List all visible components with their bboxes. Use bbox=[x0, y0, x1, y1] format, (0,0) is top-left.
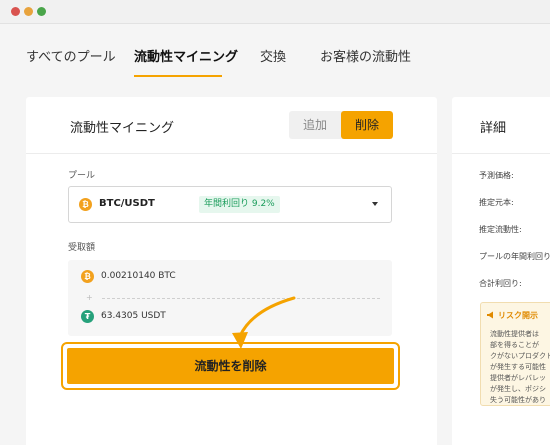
megaphone-icon bbox=[487, 311, 495, 319]
active-tab-indicator bbox=[134, 75, 222, 77]
details-divider bbox=[452, 153, 550, 154]
risk-line: が発生する可能性 bbox=[490, 363, 546, 371]
risk-line: 部を得ることが bbox=[490, 341, 539, 349]
add-tab-button[interactable]: 追加 bbox=[289, 111, 341, 139]
detail-estimated-liquidity: 推定流動性: bbox=[479, 225, 522, 234]
risk-line: が発生し、ポジシ bbox=[490, 385, 546, 393]
chevron-down-icon bbox=[372, 202, 378, 206]
remove-liquidity-button[interactable]: 流動性を削除 bbox=[67, 348, 394, 384]
window-titlebar bbox=[0, 0, 550, 24]
tether-icon: ₮ bbox=[81, 310, 94, 323]
plus-icon: + bbox=[86, 293, 93, 302]
receive-label: 受取額 bbox=[68, 243, 96, 253]
receive-amounts: ₿ 0.00210140 BTC + ₮ 63.4305 USDT bbox=[68, 260, 392, 336]
risk-line: 提供者がレバレッ bbox=[490, 374, 546, 382]
risk-disclosure: リスク開示 流動性提供者は 部を得ることが クがないプロダクト が発生する可能性… bbox=[480, 302, 550, 406]
pool-label: プール bbox=[68, 171, 96, 181]
detail-total-yield: 合計利回り: bbox=[479, 279, 522, 288]
risk-title-text: リスク開示 bbox=[498, 311, 538, 320]
app-window: すべてのプール 流動性マイニング 交換 お客様の流動性 流動性マイニング 追加 … bbox=[0, 0, 550, 445]
tab-all-pools[interactable]: すべてのプール bbox=[26, 46, 116, 65]
dashed-separator bbox=[102, 298, 380, 299]
details-panel: 詳細 予測価格: 推定元本: 推定流動性: プールの年間利回り 合計利回り: リ… bbox=[452, 97, 550, 445]
apr-badge: 年間利回り 9.2% bbox=[199, 196, 280, 213]
receive-amount-btc: 0.00210140 BTC bbox=[101, 271, 176, 281]
top-nav: すべてのプール 流動性マイニング 交換 お客様の流動性 bbox=[0, 24, 550, 84]
risk-text: 流動性提供者は 部を得ることが クがないプロダクト が発生する可能性 提供者がレ… bbox=[490, 329, 550, 405]
close-window-button[interactable] bbox=[11, 7, 20, 16]
minimize-window-button[interactable] bbox=[24, 7, 33, 16]
remove-tab-button[interactable]: 削除 bbox=[341, 111, 393, 139]
detail-pool-apr: プールの年間利回り bbox=[479, 252, 550, 261]
receive-amount-usdt: 63.4305 USDT bbox=[101, 311, 166, 321]
risk-title: リスク開示 bbox=[487, 310, 538, 321]
tab-swap[interactable]: 交換 bbox=[260, 46, 286, 65]
panel-divider bbox=[26, 153, 437, 154]
maximize-window-button[interactable] bbox=[37, 7, 46, 16]
bitcoin-icon: ₿ bbox=[79, 198, 92, 211]
tab-your-liquidity[interactable]: お客様の流動性 bbox=[320, 46, 411, 65]
liquidity-mining-panel: 流動性マイニング 追加 削除 プール ₿ BTC/USDT 年間利回り 9.2%… bbox=[26, 97, 437, 445]
tab-liquidity-mining[interactable]: 流動性マイニング bbox=[134, 46, 238, 65]
detail-estimated-principal: 推定元本: bbox=[479, 198, 514, 207]
risk-line: クがないプロダクト bbox=[490, 352, 550, 360]
pool-select[interactable]: ₿ BTC/USDT 年間利回り 9.2% bbox=[68, 186, 392, 223]
pool-name: BTC/USDT bbox=[99, 198, 155, 209]
detail-expected-price: 予測価格: bbox=[479, 171, 514, 180]
panel-title: 流動性マイニング bbox=[70, 121, 175, 136]
bitcoin-icon: ₿ bbox=[81, 270, 94, 283]
risk-line: 流動性提供者は bbox=[490, 330, 539, 338]
risk-line: 失う可能性があり bbox=[490, 396, 546, 404]
add-remove-toggle: 追加 削除 bbox=[289, 111, 393, 139]
details-title: 詳細 bbox=[480, 121, 507, 136]
